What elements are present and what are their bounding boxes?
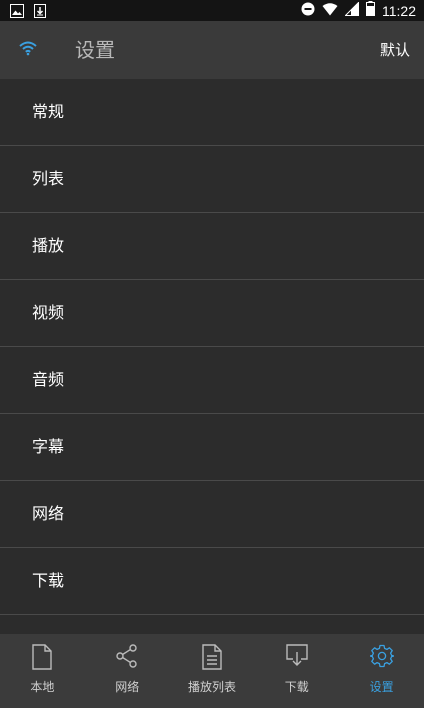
settings-item-label: 播放 (32, 236, 65, 255)
nav-label: 本地 (30, 680, 55, 694)
settings-item-label: 网络 (32, 504, 65, 523)
settings-item-download[interactable]: 下载 (0, 548, 424, 615)
default-button[interactable]: 默认 (380, 40, 410, 60)
settings-item-general[interactable]: 常规 (0, 79, 424, 146)
nav-item-playlist[interactable]: 播放列表 (170, 634, 255, 708)
wifi-icon[interactable] (18, 40, 38, 60)
settings-item-video[interactable]: 视频 (0, 280, 424, 347)
nav-label: 下载 (284, 680, 309, 694)
page-title: 设置 (75, 38, 115, 62)
settings-item-label: 列表 (32, 169, 65, 188)
settings-item-audio[interactable]: 音频 (0, 347, 424, 414)
download-notification-icon (34, 3, 46, 22)
settings-item-playback[interactable]: 播放 (0, 213, 424, 280)
share-icon (116, 644, 138, 672)
bottom-nav: 本地 网络 播放列表 下载 设置 (0, 634, 424, 708)
nav-label: 设置 (369, 680, 394, 694)
app-screen: 11:22 设置 默认 常规 列表 播放 视频 音频 字幕 网络 下载 本地 网… (0, 0, 424, 708)
gear-icon (368, 644, 395, 672)
playlist-icon (202, 644, 222, 674)
battery-icon (366, 1, 375, 20)
settings-list: 常规 列表 播放 视频 音频 字幕 网络 下载 (0, 79, 424, 634)
status-bar: 11:22 (0, 0, 424, 21)
file-icon (32, 644, 53, 674)
wifi-icon (322, 1, 338, 20)
settings-item-label: 字幕 (32, 437, 65, 456)
app-title-bar: 设置 默认 (0, 21, 424, 79)
nav-label: 网络 (115, 680, 140, 694)
settings-item-subtitles[interactable]: 字幕 (0, 414, 424, 481)
nav-label: 播放列表 (187, 680, 236, 694)
do-not-disturb-icon (301, 1, 315, 20)
settings-item-label: 下载 (32, 571, 65, 590)
settings-item-list[interactable]: 列表 (0, 146, 424, 213)
settings-item-label: 常规 (32, 102, 65, 121)
nav-item-settings[interactable]: 设置 (339, 634, 424, 708)
download-icon (286, 644, 308, 672)
settings-item-label: 视频 (32, 303, 65, 322)
clock: 11:22 (382, 2, 416, 19)
signal-icon (344, 1, 359, 20)
nav-item-download[interactable]: 下载 (254, 634, 339, 708)
nav-item-network[interactable]: 网络 (85, 634, 170, 708)
nav-item-local[interactable]: 本地 (0, 634, 85, 708)
image-icon (10, 3, 24, 22)
settings-item-network[interactable]: 网络 (0, 481, 424, 548)
settings-item-label: 音频 (32, 370, 65, 389)
